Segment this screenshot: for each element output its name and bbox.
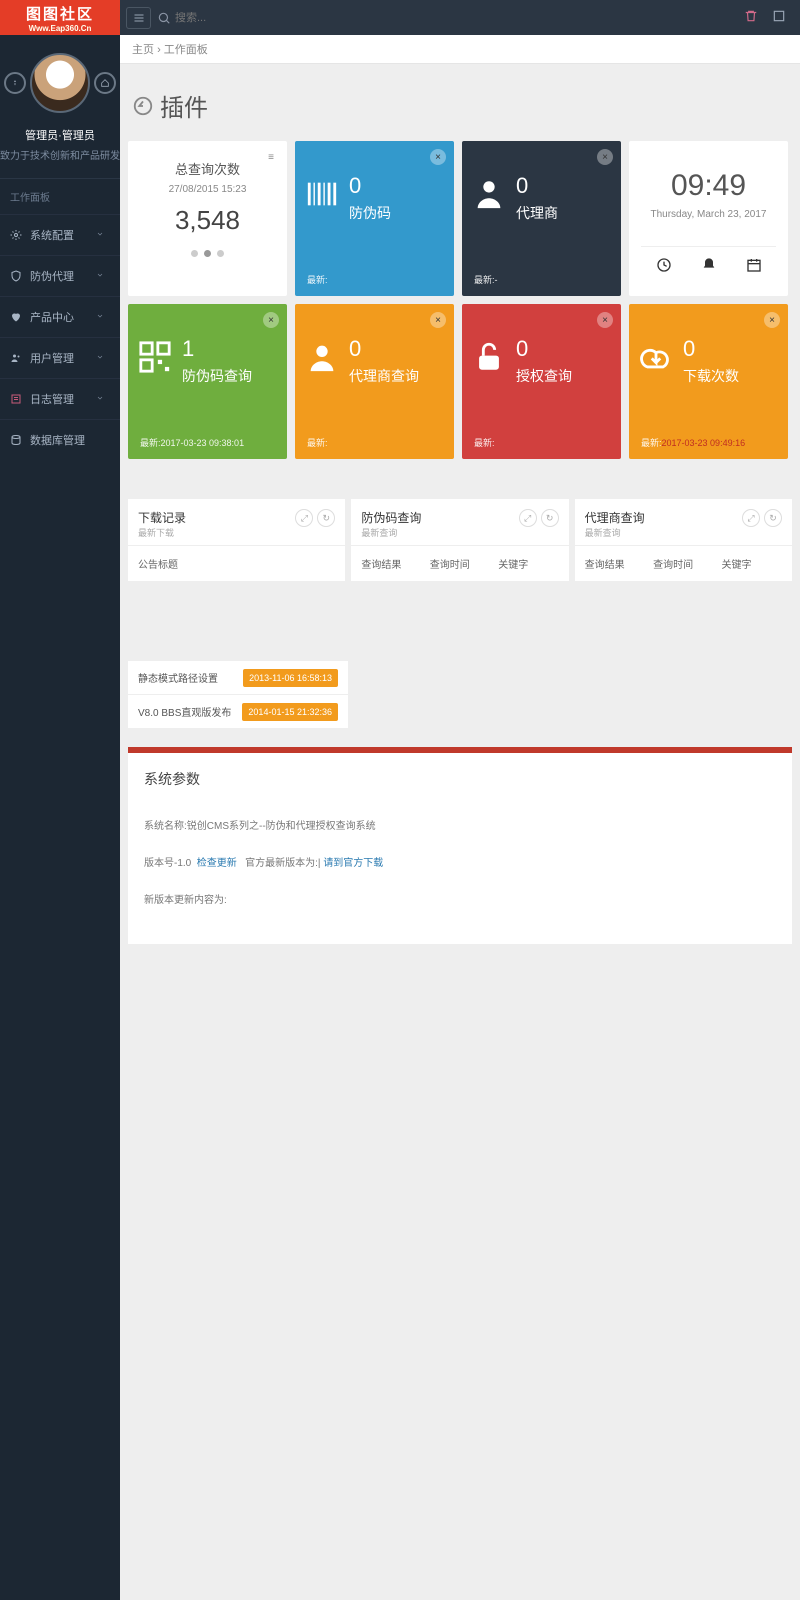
sidebar-item-label: 日志管理 <box>30 391 74 407</box>
card-title: 总查询次数 <box>140 159 275 178</box>
sidebar-item-label: 数据库管理 <box>30 432 85 448</box>
card-date: 27/08/2015 15:23 <box>140 184 275 195</box>
record-row[interactable]: V8.0 BBS直观版发布2014-01-15 21:32:36 <box>128 695 348 729</box>
card-agent-query[interactable]: × 0代理商查询 最新: <box>295 304 454 459</box>
trash-icon[interactable] <box>744 9 758 26</box>
chevron-down-icon <box>96 311 112 323</box>
close-icon[interactable]: × <box>764 312 780 328</box>
card-anticode[interactable]: × 0防伪码 最新: <box>295 141 454 296</box>
sidebar-section-label: 工作面板 <box>0 178 120 214</box>
card-total-queries: ≡ 总查询次数 27/08/2015 15:23 3,548 <box>128 141 287 296</box>
search-box[interactable] <box>157 11 744 25</box>
close-icon[interactable]: × <box>430 149 446 165</box>
chevron-down-icon <box>96 352 112 364</box>
card-pager[interactable] <box>140 250 275 257</box>
gear-icon <box>10 229 22 241</box>
close-icon[interactable]: × <box>430 312 446 328</box>
panel-anticode-query: 防伪码查询最新查询 ⤢↻ 查询结果查询时间关键字 <box>351 499 568 581</box>
sidebar-item-label: 系统配置 <box>30 227 74 243</box>
refresh-button[interactable]: ↻ <box>764 509 782 527</box>
sidebar-item-label: 产品中心 <box>30 309 74 325</box>
database-icon <box>10 434 22 446</box>
list-icon <box>10 393 22 405</box>
calendar-icon[interactable] <box>746 257 762 276</box>
menu-toggle-button[interactable] <box>126 7 151 29</box>
card-auth-query[interactable]: × 0授权查询 最新: <box>462 304 621 459</box>
close-icon[interactable]: × <box>597 149 613 165</box>
expand-button[interactable]: ⤢ <box>742 509 760 527</box>
shield-icon <box>10 270 22 282</box>
card-menu-button[interactable]: ≡ <box>263 149 279 165</box>
expand-button[interactable]: ⤢ <box>295 509 313 527</box>
breadcrumb: 主页 › 工作面板 <box>120 35 800 64</box>
clock-icon[interactable] <box>656 257 672 276</box>
sidebar-item-database[interactable]: 数据库管理 <box>0 419 120 460</box>
search-icon <box>157 11 171 25</box>
barcode-icon <box>305 177 339 211</box>
card-value: 3,548 <box>140 205 275 236</box>
sidebar-item-product[interactable]: 产品中心 <box>0 296 120 337</box>
card-clock: 09:49 Thursday, March 23, 2017 <box>629 141 788 296</box>
close-icon[interactable]: × <box>597 312 613 328</box>
person-icon <box>472 177 506 211</box>
logo[interactable]: 图图社区 Www.Eap360.Cn <box>0 0 120 35</box>
logo-text: 图图社区 <box>0 3 120 24</box>
expand-button[interactable]: ⤢ <box>519 509 537 527</box>
search-input[interactable] <box>175 12 317 24</box>
panel-agent-query: 代理商查询最新查询 ⤢↻ 查询结果查询时间关键字 <box>575 499 792 581</box>
sidebar-item-user-mgmt[interactable]: 用户管理 <box>0 337 120 378</box>
sidebar-item-system-config[interactable]: 系统配置 <box>0 214 120 255</box>
table-header: 查询结果查询时间关键字 <box>351 546 568 581</box>
bars-icon <box>133 12 145 24</box>
logo-subtext: Www.Eap360.Cn <box>0 24 120 33</box>
download-link[interactable]: 请到官方下载 <box>323 858 383 869</box>
timestamp-badge: 2013-11-06 16:58:13 <box>243 669 338 687</box>
refresh-icon[interactable] <box>132 95 154 117</box>
chevron-down-icon <box>96 393 112 405</box>
check-update-link[interactable]: 检查更新 <box>197 858 237 869</box>
refresh-button[interactable]: ↻ <box>317 509 335 527</box>
sidebar-item-log-mgmt[interactable]: 日志管理 <box>0 378 120 419</box>
bell-icon[interactable] <box>701 257 717 276</box>
heart-icon <box>10 311 22 323</box>
clock-date: Thursday, March 23, 2017 <box>641 209 776 220</box>
table-header: 公告标题 <box>128 546 345 581</box>
chevron-down-icon <box>96 270 112 282</box>
timestamp-badge: 2014-01-15 21:32:36 <box>242 703 338 721</box>
card-download-count[interactable]: × 0下载次数 最新:2017-03-23 09:49:16 <box>629 304 788 459</box>
users-icon <box>10 352 22 364</box>
clock-time: 09:49 <box>641 169 776 203</box>
home-button[interactable] <box>94 72 116 94</box>
qrcode-icon <box>138 340 172 374</box>
unlock-icon <box>472 340 506 374</box>
system-params-panel: 系统参数 系统名称:锐创CMS系列之--防伪和代理授权查询系统 版本号-1.0 … <box>128 753 792 944</box>
card-agent[interactable]: × 0代理商 最新:- <box>462 141 621 296</box>
table-header: 查询结果查询时间关键字 <box>575 546 792 581</box>
user-icon <box>305 340 339 374</box>
crumb-page: 工作面板 <box>164 44 208 56</box>
sys-title: 系统参数 <box>144 769 776 789</box>
close-icon[interactable]: × <box>263 312 279 328</box>
card-anticode-query[interactable]: × 1防伪码查询 最新:2017-03-23 09:38:01 <box>128 304 287 459</box>
expand-icon[interactable] <box>772 9 786 26</box>
page-title: 插件 <box>160 88 208 123</box>
user-name: 管理员·管理员 <box>0 127 120 143</box>
sys-changelog: 新版本更新内容为: <box>144 891 776 906</box>
download-icon <box>639 340 673 374</box>
avatar[interactable] <box>30 53 90 113</box>
user-tagline: 致力于技术创新和产品研发 <box>0 147 120 162</box>
refresh-button[interactable]: ↻ <box>541 509 559 527</box>
chevron-down-icon <box>96 229 112 241</box>
sidebar-item-anticounterfeit[interactable]: 防伪代理 <box>0 255 120 296</box>
sidebar-item-label: 用户管理 <box>30 350 74 366</box>
sidebar-item-label: 防伪代理 <box>30 268 74 284</box>
sys-version: 版本号-1.0 检查更新 官方最新版本为:| 请到官方下载 <box>144 854 776 869</box>
crumb-home[interactable]: 主页 <box>132 44 154 56</box>
record-row[interactable]: 静态模式路径设置2013-11-06 16:58:13 <box>128 661 348 695</box>
sys-name: 系统名称:锐创CMS系列之--防伪和代理授权查询系统 <box>144 817 776 832</box>
info-button[interactable] <box>4 72 26 94</box>
panel-download-log: 下载记录最新下载 ⤢↻ 公告标题 <box>128 499 345 581</box>
